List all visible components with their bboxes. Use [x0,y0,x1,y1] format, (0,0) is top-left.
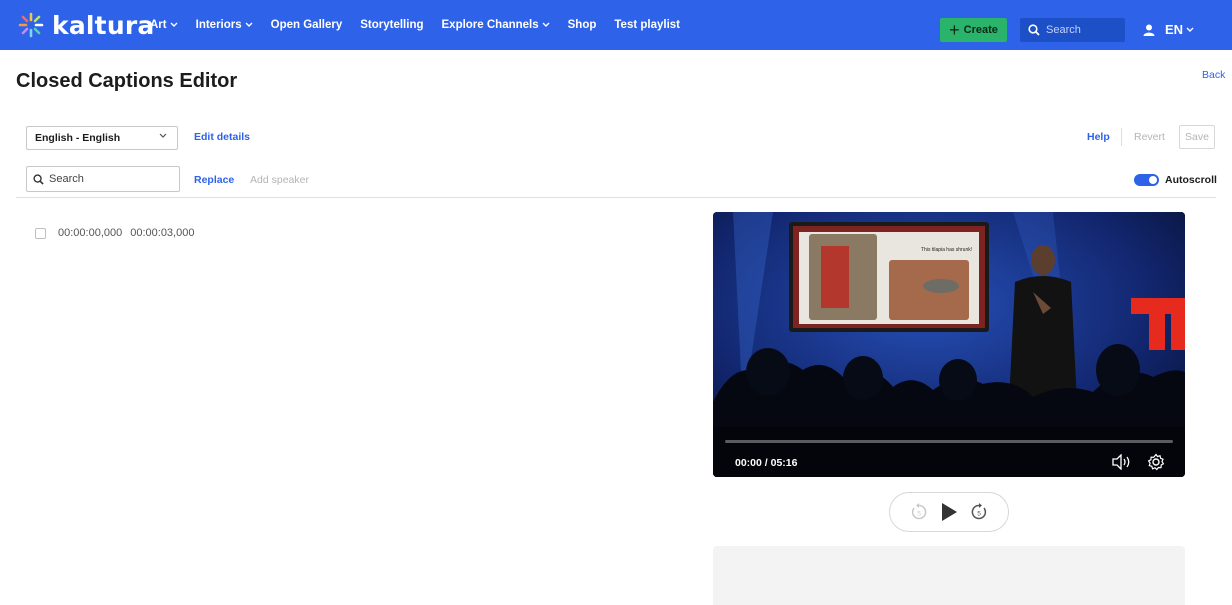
user-icon [1143,24,1155,36]
rewind-5-icon[interactable]: 5 [910,503,928,521]
caption-checkbox[interactable] [35,227,46,239]
add-speaker-button[interactable]: Add speaker [250,174,309,186]
caption-search-input[interactable] [49,173,159,185]
toggle-switch[interactable] [1134,174,1159,186]
nav-item-storytelling[interactable]: Storytelling [360,19,423,31]
language-menu[interactable]: EN [1165,22,1194,37]
nav-item-label: Shop [567,19,597,31]
svg-text:5: 5 [977,511,981,518]
search-icon [1028,24,1040,36]
play-icon[interactable] [940,502,958,522]
user-menu[interactable]: EN [1143,22,1194,37]
caption-start-time[interactable]: 00:00:00,000 [58,227,122,239]
replace-button[interactable]: Replace [194,174,234,186]
nav-item-label: Explore Channels [441,19,539,31]
gear-icon[interactable] [1147,453,1165,476]
kaltura-star-icon [18,12,44,38]
nav-item-label: Test playlist [614,19,681,31]
nav-item-label: Art [150,19,167,31]
nav-item-label: Open Gallery [270,19,343,31]
video-player[interactable]: This tilapia has shrunk! 00:00 / 05:16 [713,212,1185,477]
header-search[interactable] [1020,18,1125,42]
slide-caption-text: This tilapia has shrunk! [921,247,972,253]
revert-button[interactable]: Revert [1134,131,1165,143]
save-button[interactable]: Save [1179,125,1215,149]
forward-5-icon[interactable]: 5 [970,503,988,521]
playback-controls: 5 5 [889,492,1009,532]
nav-item-test-playlist[interactable]: Test playlist [614,19,680,31]
create-label: Create [963,24,998,36]
chevron-down-icon [245,22,253,27]
brand-name: kaltura [52,10,155,40]
back-link[interactable]: Back [1202,69,1225,81]
search-icon [33,173,44,185]
nav-item-interiors[interactable]: Interiors [196,19,253,31]
nav-item-label: Interiors [195,19,242,31]
page-title: Closed Captions Editor [16,70,238,92]
autoscroll-toggle[interactable]: Autoscroll [1134,174,1217,186]
video-time: 00:00 / 05:16 [735,457,798,469]
language-label: EN [1165,22,1184,37]
svg-text:5: 5 [917,511,921,518]
caption-language-value: English - English [35,132,121,144]
caption-search[interactable] [26,166,180,192]
toggle-knob [1149,176,1157,184]
top-navbar: kaltura Art Interiors Open Gallery Story… [0,0,1232,50]
divider [16,197,1216,198]
nav-item-art[interactable]: Art [150,19,178,31]
video-frame: This tilapia has shrunk! [713,212,1185,477]
main-nav: Art Interiors Open Gallery Storytelling … [150,0,698,50]
autoscroll-label: Autoscroll [1165,174,1217,186]
transcript-panel [713,546,1185,605]
kaltura-logo[interactable]: kaltura [18,10,154,40]
caption-row[interactable]: 00:00:00,000 00:00:03,000 [35,227,202,239]
nav-item-open-gallery[interactable]: Open Gallery [271,19,343,31]
create-button[interactable]: + Create [940,18,1007,42]
chevron-down-icon [542,22,550,27]
divider [1121,128,1122,146]
nav-item-label: Storytelling [360,19,424,31]
chevron-down-icon [170,22,178,27]
nav-item-explore-channels[interactable]: Explore Channels [442,19,550,31]
help-link[interactable]: Help [1087,131,1110,143]
chevron-down-icon [159,133,167,138]
plus-icon: + [949,20,960,40]
edit-details-link[interactable]: Edit details [194,131,250,143]
volume-icon[interactable] [1111,453,1133,475]
caption-end-time[interactable]: 00:00:03,000 [130,227,194,239]
chevron-down-icon [1186,27,1194,32]
nav-item-shop[interactable]: Shop [568,19,597,31]
video-progress-bar[interactable] [725,440,1173,443]
header-search-input[interactable] [1046,24,1116,36]
caption-language-select[interactable]: English - English [26,126,178,150]
